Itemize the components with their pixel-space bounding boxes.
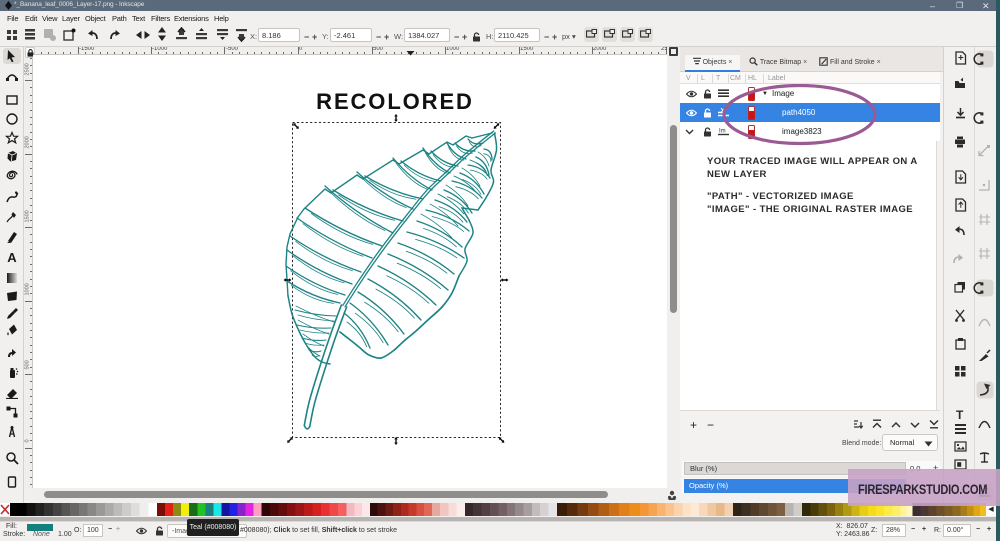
svg-text:T: T [956, 408, 964, 422]
